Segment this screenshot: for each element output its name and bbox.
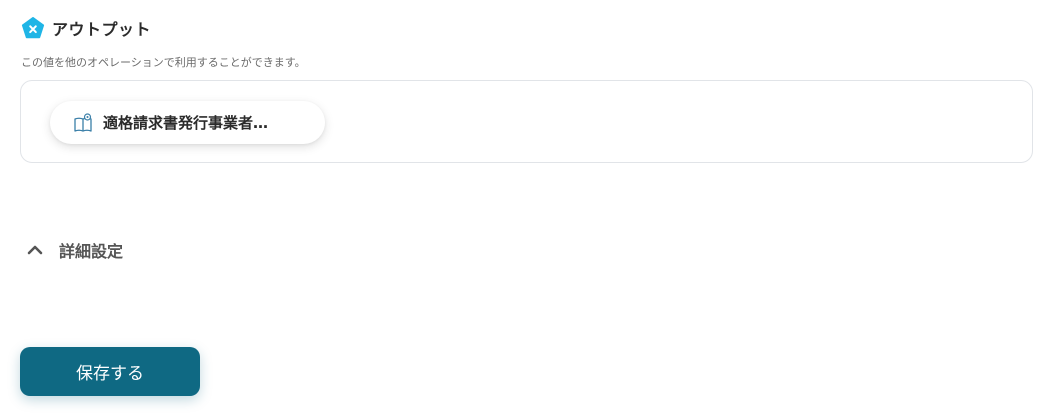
chevron-up-icon	[25, 240, 45, 260]
x-pentagon-icon	[21, 16, 45, 40]
advanced-settings-toggle[interactable]: 詳細設定	[25, 238, 123, 262]
chip-label: 適格請求書発行事業者…	[103, 114, 269, 132]
output-values-box: 適格請求書発行事業者…	[20, 80, 1033, 163]
save-button[interactable]: 保存する	[20, 347, 200, 396]
output-chip[interactable]: 適格請求書発行事業者…	[50, 101, 325, 144]
output-section-header: アウトプット	[21, 16, 151, 40]
advanced-settings-label: 詳細設定	[59, 242, 124, 261]
section-title: アウトプット	[52, 20, 152, 39]
section-description: この値を他のオペレーションで利用することができます。	[21, 56, 306, 69]
page: アウトプット この値を他のオペレーションで利用することができます。 適格請求書発…	[0, 0, 1058, 417]
book-icon	[72, 112, 94, 134]
